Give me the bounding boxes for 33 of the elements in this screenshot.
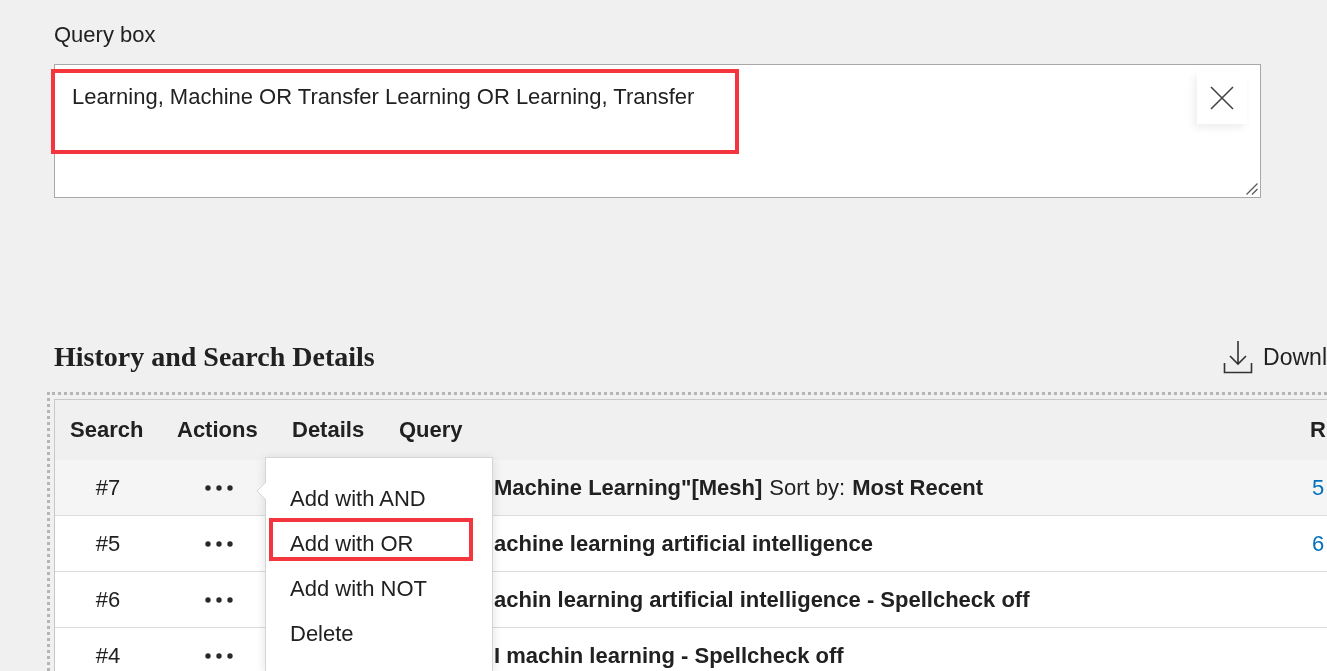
column-header: Query (399, 417, 463, 442)
sort-value: Most Recent (852, 473, 983, 502)
ellipsis-icon (204, 540, 233, 547)
query-text: I machin learning - Spellcheck off (494, 641, 844, 670)
download-button[interactable]: Downl (1223, 338, 1327, 376)
column-header: Actions (177, 417, 258, 442)
ellipsis-icon (204, 652, 233, 659)
column-header: R (1310, 417, 1326, 442)
resize-grip-icon (1246, 183, 1258, 195)
results-count-link[interactable]: 5 (1312, 474, 1325, 500)
query-text: Machine Learning"[Mesh] (494, 473, 763, 502)
results-count-link[interactable]: 6 (1312, 530, 1325, 556)
search-number: #6 (95, 585, 121, 614)
ellipsis-icon (204, 484, 233, 491)
actions-button[interactable] (204, 652, 233, 659)
column-header: Search (70, 417, 144, 442)
download-icon (1223, 340, 1254, 374)
search-number: #5 (95, 529, 121, 558)
column-header: Details (292, 417, 365, 442)
ellipsis-icon (204, 596, 233, 603)
sort-label: Sort by: (769, 473, 846, 502)
query-text: achin learning artificial intelligence - Spellcheck off (494, 585, 1030, 614)
search-number: #7 (95, 473, 121, 502)
actions-button[interactable] (204, 596, 233, 603)
actions-button[interactable] (204, 540, 233, 547)
query-box[interactable]: Learning, Machine OR Transfer Learning OR Learning, Transfer (54, 64, 1261, 198)
close-icon (1210, 86, 1234, 110)
menu-item[interactable]: Add with OR (266, 521, 492, 566)
actions-button[interactable] (204, 484, 233, 491)
search-number: #4 (95, 641, 121, 670)
section-heading: History and Search Details (54, 340, 375, 374)
query-text: achine learning artificial intelligence (494, 529, 873, 558)
query-box-label: Query box (54, 22, 156, 48)
